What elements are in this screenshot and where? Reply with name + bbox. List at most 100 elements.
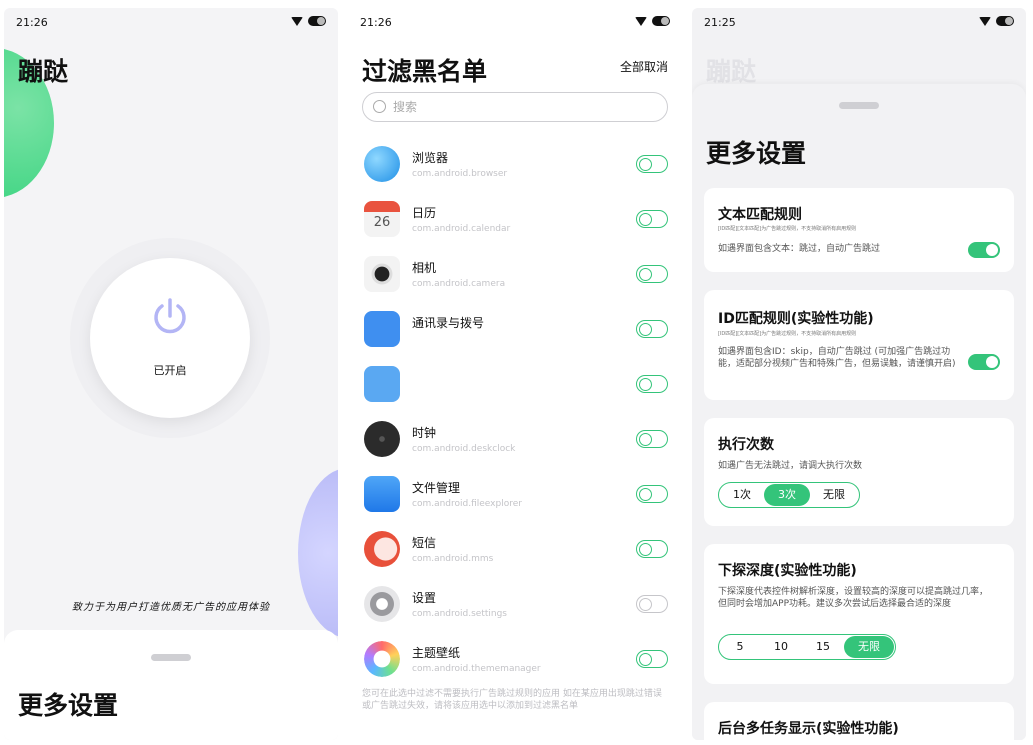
list-item[interactable]: 26 日历 com.android.calendar (348, 193, 682, 248)
card-desc: 如遇广告无法跳过，请调大执行次数 (718, 461, 863, 471)
card-note: [ID匹配][文本匹配]为广告跳过规则，不支持取消所有启用规则 (718, 331, 857, 337)
app-package: com.android.fileexplorer (412, 499, 522, 509)
slogan: 致力于为用户打造优质无广告的应用体验 (72, 602, 270, 613)
exec-count-selector[interactable]: 1次 3次 无限 (718, 482, 860, 508)
power-status-label: 已开启 (153, 364, 187, 377)
app-toggle[interactable] (636, 430, 668, 448)
gear-icon (364, 586, 400, 622)
status-bar: 21:26 (4, 8, 338, 38)
card-desc: 如遇界面包含ID：skip，自动广告跳过 (可加强广告跳过功能，适配部分视频广告… (718, 347, 956, 369)
app-package: com.android.thememanager (412, 664, 541, 674)
search-icon (373, 100, 386, 113)
app-package: com.android.mms (412, 554, 494, 564)
app-toggle[interactable] (636, 210, 668, 228)
sheet-title: 更多设置 (706, 139, 807, 168)
battery-icon (996, 16, 1014, 26)
sheet-grabber[interactable] (839, 102, 879, 109)
list-item[interactable]: 浏览器 com.android.browser (348, 138, 682, 193)
card-desc: 下探深度代表控件树解析深度，设置较高的深度可以提高跳过几率，但同时会增加APP功… (718, 587, 989, 609)
app-toggle[interactable] (636, 595, 668, 613)
list-item[interactable]: 相机 com.android.camera (348, 248, 682, 303)
folder-icon (364, 476, 400, 512)
list-item[interactable]: 主题壁纸 com.android.thememanager (348, 633, 682, 688)
card-title: 执行次数 (718, 437, 774, 453)
text-rule-switch[interactable] (968, 242, 1000, 258)
app-name: 主题壁纸 (412, 646, 461, 660)
status-bar: 21:26 (348, 8, 682, 38)
more-settings-sheet: 更多设置 文本匹配规则 [ID匹配][文本匹配]为广告跳过规则，不支持取消所有启… (692, 84, 1026, 740)
app-toggle[interactable] (636, 540, 668, 558)
status-bar: 21:25 (692, 8, 1026, 38)
card-title: 下探深度(实验性功能) (718, 563, 857, 579)
app-package: com.android.calendar (412, 224, 511, 234)
app-toggle[interactable] (636, 155, 668, 173)
status-time: 21:26 (360, 16, 392, 29)
settings-screen: 21:25 蹦跶 更多设置 文本匹配规则 [ID匹配][文本匹配]为广告跳过规则… (692, 8, 1026, 740)
app-name: 文件管理 (412, 481, 461, 495)
battery-icon (308, 16, 326, 26)
message-icon (364, 366, 400, 402)
blacklist-footnote: 您可在此选中过滤不需要执行广告跳过规则的应用 如在某应用出现跳过错误或广告跳过失… (362, 689, 662, 711)
app-name: 日历 (412, 206, 437, 220)
exec-option-1[interactable]: 1次 (720, 484, 764, 506)
app-name: 设置 (412, 591, 437, 605)
app-toggle[interactable] (636, 375, 668, 393)
list-item[interactable] (348, 358, 682, 413)
app-list: 浏览器 com.android.browser 26 日历 com.androi… (348, 138, 682, 688)
card-title: ID匹配规则(实验性功能) (718, 311, 874, 327)
app-toggle[interactable] (636, 320, 668, 338)
depth-option-unlimited[interactable]: 无限 (844, 636, 894, 658)
depth-option-15[interactable]: 15 (802, 636, 844, 658)
app-name: 时钟 (412, 426, 437, 440)
depth-option-10[interactable]: 10 (760, 636, 802, 658)
clock-icon (364, 421, 400, 457)
card-title: 文本匹配规则 (718, 207, 802, 223)
theme-icon (364, 641, 400, 677)
search-bar[interactable] (362, 92, 668, 122)
app-package: com.android.camera (412, 279, 506, 289)
list-item[interactable]: 通讯录与拨号 (348, 303, 682, 358)
card-title: 后台多任务显示(实验性功能) (718, 721, 899, 737)
app-toggle[interactable] (636, 485, 668, 503)
id-rule-switch[interactable] (968, 354, 1000, 370)
depth-option-5[interactable]: 5 (720, 636, 760, 658)
more-settings-sheet[interactable]: 更多设置 (4, 630, 338, 740)
app-name: 通讯录与拨号 (412, 316, 485, 330)
exec-option-3[interactable]: 3次 (764, 484, 810, 506)
app-package: com.android.browser (412, 169, 508, 179)
camera-icon (364, 256, 400, 292)
calendar-icon: 26 (364, 201, 400, 237)
depth-selector[interactable]: 5 10 15 无限 (718, 634, 896, 660)
depth-card: 下探深度(实验性功能) 下探深度代表控件树解析深度，设置较高的深度可以提高跳过几… (704, 544, 1014, 684)
power-icon (154, 298, 186, 334)
sheet-title: 更多设置 (18, 691, 119, 720)
wifi-icon (291, 16, 303, 26)
sheet-grabber[interactable] (151, 654, 191, 661)
app-package: com.android.deskclock (412, 444, 516, 454)
deselect-all-button[interactable]: 全部取消 (620, 58, 668, 75)
sms-icon (364, 531, 400, 567)
app-toggle[interactable] (636, 650, 668, 668)
list-item[interactable]: 设置 com.android.settings (348, 578, 682, 633)
list-item[interactable]: 文件管理 com.android.fileexplorer (348, 468, 682, 523)
contacts-icon (364, 311, 400, 347)
browser-icon (364, 146, 400, 182)
exec-count-card: 执行次数 如遇广告无法跳过，请调大执行次数 1次 3次 无限 (704, 418, 1014, 526)
app-toggle[interactable] (636, 265, 668, 283)
list-item[interactable]: 短信 com.android.mms (348, 523, 682, 578)
search-input[interactable] (393, 93, 653, 121)
status-time: 21:25 (704, 16, 736, 29)
exec-option-unlimited[interactable]: 无限 (810, 484, 858, 506)
card-note: [ID匹配][文本匹配]为广告跳过规则，不支持取消所有启用规则 (718, 226, 857, 232)
power-button[interactable]: 已开启 (90, 258, 250, 418)
app-title: 蹦跶 (18, 57, 69, 86)
app-package: com.android.settings (412, 609, 507, 619)
page-title: 过滤黑名单 (362, 57, 488, 86)
text-rule-card: 文本匹配规则 [ID匹配][文本匹配]为广告跳过规则，不支持取消所有启用规则 如… (704, 188, 1014, 272)
wifi-icon (635, 16, 647, 26)
battery-icon (652, 16, 670, 26)
main-screen: 21:26 蹦跶 已开启 致力于为用户打造优质无广告的应用体验 更多设置 (4, 8, 338, 740)
card-desc: 如遇界面包含文本：跳过，自动广告跳过 (718, 244, 881, 254)
app-name: 浏览器 (412, 151, 449, 165)
list-item[interactable]: 时钟 com.android.deskclock (348, 413, 682, 468)
